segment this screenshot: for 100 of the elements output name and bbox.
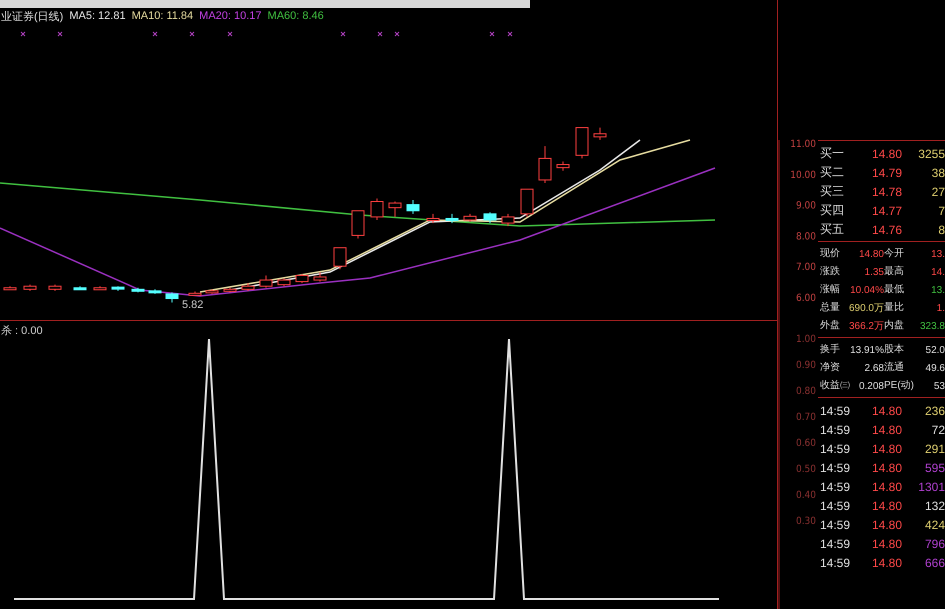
tick-price: 14.80 bbox=[870, 460, 902, 474]
tick-volume: 291 bbox=[924, 442, 945, 456]
candle bbox=[206, 288, 218, 294]
candle bbox=[446, 213, 458, 224]
tick-time: 14:59 bbox=[820, 556, 852, 570]
bid-label: 买三 bbox=[820, 183, 845, 200]
fundamental-value: 13.91% bbox=[849, 344, 884, 356]
quote-value: 14.80 bbox=[858, 248, 884, 260]
tick-time: 14:59 bbox=[820, 422, 852, 436]
tick-price: 14.80 bbox=[870, 518, 902, 532]
candle bbox=[188, 290, 202, 296]
quote-label: 涨幅 bbox=[820, 282, 841, 297]
candle bbox=[48, 284, 62, 292]
candle bbox=[242, 282, 254, 292]
tick-time: 14:59 bbox=[820, 536, 852, 550]
bid-volume: 3255 bbox=[917, 146, 945, 160]
fundamental-label: 股本 bbox=[884, 342, 905, 357]
tick-time: 14:59 bbox=[820, 442, 852, 456]
indicator-axis-label: 0.40 bbox=[796, 490, 816, 501]
candle bbox=[352, 210, 364, 239]
quote-label: 总量 bbox=[820, 300, 841, 315]
quote-value: 690.0万 bbox=[848, 302, 884, 315]
tick-volume: 236 bbox=[924, 404, 945, 418]
price-axis-label: 7.00 bbox=[796, 262, 816, 274]
indicator-axis-label: 0.80 bbox=[796, 386, 816, 397]
candle bbox=[94, 286, 106, 290]
candle bbox=[148, 288, 162, 294]
candle bbox=[224, 287, 236, 293]
quote-value: 1. bbox=[936, 302, 945, 314]
tick-volume: 796 bbox=[924, 536, 945, 550]
candle bbox=[576, 127, 588, 159]
tick-price: 14.80 bbox=[870, 422, 902, 436]
bid-label: 买四 bbox=[820, 202, 845, 219]
bid-label: 买五 bbox=[820, 221, 845, 238]
bid-volume: 38 bbox=[930, 166, 945, 180]
tick-time: 14:59 bbox=[820, 404, 852, 418]
fundamental-label: 净资 bbox=[820, 361, 841, 375]
bid-label: 买一 bbox=[820, 145, 845, 162]
candle bbox=[24, 284, 36, 292]
candle bbox=[296, 273, 308, 284]
candle bbox=[388, 201, 402, 218]
fundamental-value: 0.208 bbox=[858, 380, 884, 392]
indicator-axis-label: 1.00 bbox=[796, 334, 816, 345]
bid-volume: 8 bbox=[937, 222, 945, 236]
tick-price: 14.80 bbox=[870, 556, 902, 570]
tick-price: 14.80 bbox=[870, 480, 902, 494]
tick-price: 14.80 bbox=[870, 498, 902, 512]
low-price-label: 5.82 bbox=[182, 299, 204, 311]
legend-item: MA10: 11.84 bbox=[132, 10, 194, 22]
bid-price: 14.79 bbox=[870, 166, 902, 180]
quote-value: 13. bbox=[930, 248, 945, 260]
tick-price: 14.80 bbox=[870, 404, 902, 418]
tick-time: 14:59 bbox=[820, 498, 852, 512]
fundamental-label: 换手 bbox=[820, 342, 841, 357]
quote-label: 最低 bbox=[884, 283, 905, 297]
indicator-axis-label: 0.30 bbox=[796, 516, 816, 527]
candle bbox=[502, 213, 514, 227]
bid-volume: 27 bbox=[930, 184, 945, 198]
legend-item: MA60: 8.46 bbox=[268, 10, 324, 22]
candle bbox=[74, 286, 86, 290]
bid-label: 买二 bbox=[820, 164, 845, 181]
quote-label: 现价 bbox=[820, 247, 841, 261]
quote-label: 量比 bbox=[884, 300, 905, 315]
candle bbox=[594, 127, 606, 140]
tick-time: 14:59 bbox=[820, 480, 852, 494]
price-axis-label: 10.00 bbox=[790, 170, 816, 181]
tick-price: 14.80 bbox=[870, 536, 902, 550]
candle bbox=[166, 292, 178, 304]
quote-label: 今开 bbox=[884, 247, 905, 261]
candle bbox=[484, 212, 496, 224]
candle bbox=[406, 199, 420, 214]
candle bbox=[370, 198, 384, 220]
quote-label: 内盘 bbox=[884, 318, 905, 333]
fundamental-value: 49.6 bbox=[924, 362, 945, 374]
tick-volume: 666 bbox=[924, 556, 945, 570]
candle bbox=[260, 274, 272, 288]
bid-price: 14.76 bbox=[870, 222, 902, 236]
bid-price: 14.80 bbox=[870, 146, 902, 160]
tick-volume: 72 bbox=[930, 422, 945, 436]
tick-time: 14:59 bbox=[820, 518, 852, 532]
candle bbox=[520, 188, 534, 218]
quote-label: 涨跌 bbox=[820, 264, 841, 279]
candle bbox=[556, 160, 570, 172]
candle bbox=[112, 286, 124, 292]
fundamental-value: 52.0 bbox=[924, 344, 945, 356]
candle bbox=[426, 213, 440, 224]
indicator-axis-label: 0.70 bbox=[796, 412, 816, 423]
candle bbox=[4, 286, 16, 290]
candle bbox=[464, 213, 476, 222]
price-axis-label: 11.00 bbox=[790, 139, 816, 150]
price-axis-label: 6.00 bbox=[796, 293, 816, 304]
chart-title: 业证券(日线) bbox=[1, 10, 64, 24]
quote-value: 10.04% bbox=[849, 284, 884, 296]
indicator-label: 杀 : 0.00 bbox=[1, 324, 43, 338]
candle bbox=[132, 287, 144, 293]
tick-price: 14.80 bbox=[870, 442, 902, 456]
fundamental-value: 2.68 bbox=[864, 362, 884, 374]
indicator-axis-label: 0.50 bbox=[796, 464, 816, 475]
quote-label: 最高 bbox=[884, 264, 905, 279]
bid-price: 14.78 bbox=[870, 184, 902, 198]
